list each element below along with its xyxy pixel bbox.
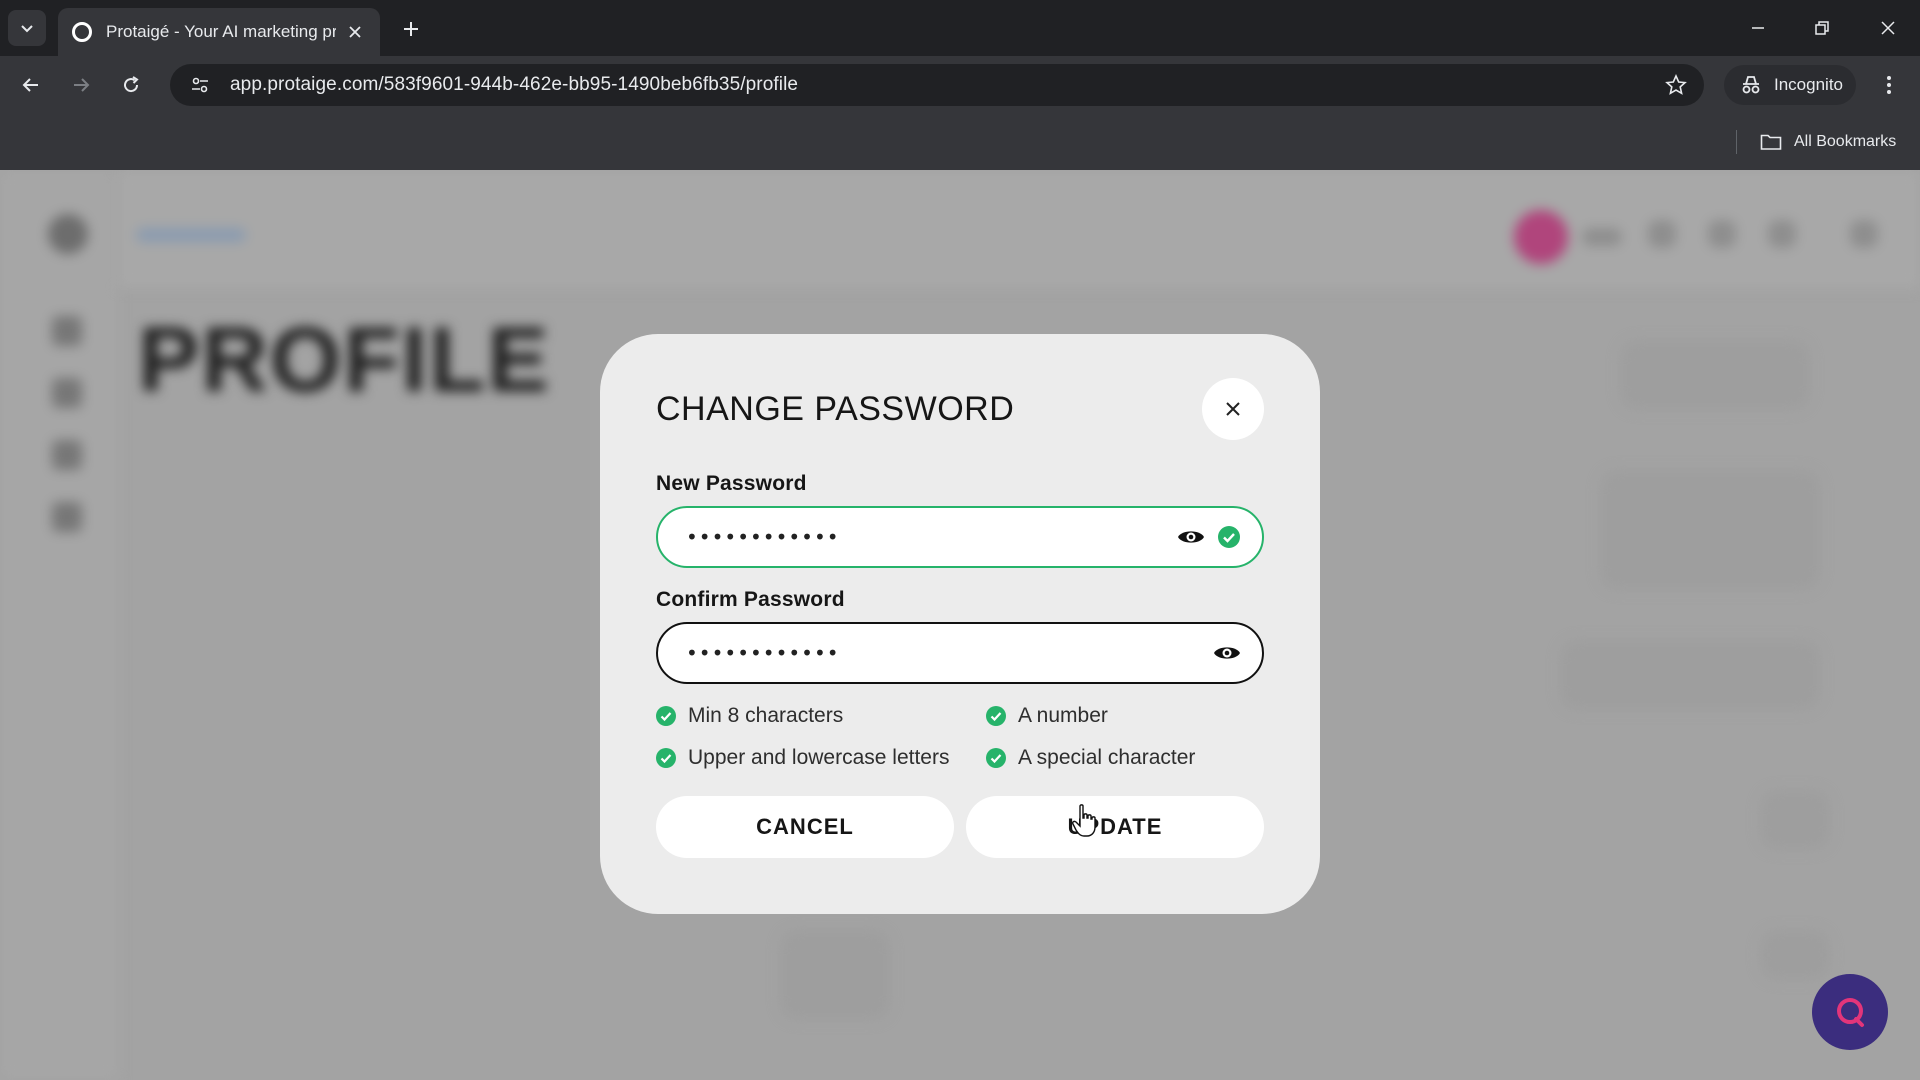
reload-button[interactable] [114,68,148,102]
minimize-button[interactable] [1734,8,1782,48]
browser-toolbar: app.protaige.com/583f9601-944b-462e-bb95… [0,56,1920,112]
eye-icon[interactable] [1212,638,1242,668]
site-info-icon[interactable] [180,75,220,95]
window-close-button[interactable] [1864,8,1912,48]
bg-change-password-button [1560,640,1820,710]
restore-icon [1815,21,1829,35]
sidebar-calendar-icon [52,502,82,532]
address-bar[interactable]: app.protaige.com/583f9601-944b-462e-bb95… [170,64,1704,106]
requirement-special-char: A special character [986,746,1195,770]
requirement-label: A special character [1018,746,1196,769]
forward-button[interactable] [64,68,98,102]
plus-icon [404,22,418,36]
app-logo-icon [48,214,88,254]
chat-bubble-icon [1837,998,1864,1027]
restore-button[interactable] [1798,8,1846,48]
hand-cursor-icon [1072,804,1096,837]
requirement-label: A number [1018,704,1108,727]
bg-edit-button [1620,340,1810,410]
check-circle-icon [656,706,676,726]
url-text: app.protaige.com/583f9601-944b-462e-bb95… [230,74,799,95]
close-icon [1226,402,1240,416]
tab-search-button[interactable] [8,10,46,46]
tab-close-button[interactable] [344,21,366,43]
minimize-icon [1752,27,1764,29]
browser-tabstrip: Protaigé - Your AI marketing pr [0,0,1920,56]
folder-icon [1760,134,1782,150]
requirement-number: A number [986,704,1108,728]
change-password-dialog: CHANGE PASSWORD New Password •••••••••••… [600,334,1320,914]
chat-support-button[interactable] [1812,974,1888,1050]
new-tab-button[interactable] [396,14,426,44]
browser-menu-button[interactable] [1874,69,1904,101]
bg-topbar-icon [1850,220,1878,248]
all-bookmarks-button[interactable]: All Bookmarks [1760,128,1896,156]
requirement-label: Min 8 characters [688,704,844,727]
incognito-icon [1742,76,1760,94]
user-avatar [1514,210,1568,264]
all-bookmarks-label: All Bookmarks [1794,133,1897,150]
incognito-label: Incognito [1774,75,1843,94]
bg-topbar-icon [1708,220,1736,248]
bg-image-placeholder [780,930,890,1020]
protaige-favicon-icon [72,22,92,42]
confirm-password-input[interactable]: •••••••••••• [656,622,1264,684]
new-password-label: New Password [656,472,807,495]
browser-tab-active[interactable]: Protaigé - Your AI marketing pr [58,8,380,56]
dialog-title: CHANGE PASSWORD [656,390,1015,428]
close-icon [1881,21,1895,35]
update-button[interactable]: UPDATE [966,796,1264,858]
back-button[interactable] [14,68,48,102]
reload-icon [124,76,139,93]
check-circle-icon [656,748,676,768]
sidebar-home-icon [52,316,82,346]
tab-title: Protaigé - Your AI marketing pr [106,22,336,41]
bookmarks-bar: All Bookmarks [0,112,1920,170]
app-sidebar [0,170,118,1080]
requirement-label: Upper and lowercase letters [688,746,950,769]
check-circle-icon [1216,524,1242,550]
confirm-password-value: •••••••••••• [686,641,840,665]
page-heading: PROFILE [138,309,551,411]
bookmarks-divider [1736,130,1737,154]
new-password-input[interactable]: •••••••••••• [656,506,1264,568]
bg-info-card [1600,470,1820,590]
chevron-down-icon [21,25,33,33]
cancel-button[interactable]: CANCEL [656,796,954,858]
eye-icon[interactable] [1176,522,1206,552]
dialog-close-button[interactable] [1202,378,1264,440]
arrow-left-icon [22,78,38,92]
requirement-case: Upper and lowercase letters [656,746,949,770]
check-circle-icon [986,706,1006,726]
app-topbar [118,170,1920,288]
bg-small-card [1760,790,1830,850]
close-icon [349,26,361,38]
bookmark-star-icon[interactable] [1656,74,1696,96]
bg-topbar-icon [1648,220,1676,248]
requirement-min-length: Min 8 characters [656,704,843,728]
new-password-value: •••••••••••• [686,525,840,549]
check-circle-icon [986,748,1006,768]
more-vertical-icon [1887,76,1891,94]
bg-topbar-chip [1582,228,1622,246]
bg-topbar-icon [1768,220,1796,248]
app-breadcrumb [136,228,246,242]
sidebar-chat-icon [52,440,82,470]
sidebar-send-icon [52,378,82,408]
incognito-indicator[interactable]: Incognito [1724,65,1856,105]
confirm-password-label: Confirm Password [656,588,845,611]
arrow-right-icon [74,78,90,92]
bg-small-card [1760,930,1830,980]
